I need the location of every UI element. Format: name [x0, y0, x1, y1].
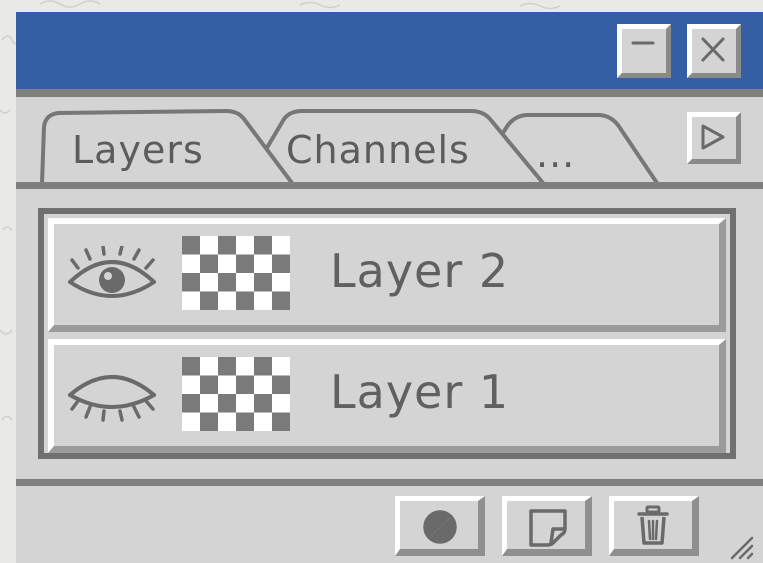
eye-closed-icon[interactable]: [66, 367, 158, 423]
layers-list: Layer 2 Layer 1: [38, 208, 736, 459]
divider: [16, 479, 763, 486]
layers-panel-window: Layers Channels ... Layer 2 Layer 1: [16, 12, 763, 563]
panel-menu-button[interactable]: [687, 112, 741, 164]
adjustment-layer-icon: [423, 510, 457, 544]
close-icon: [701, 37, 725, 62]
title-bar[interactable]: [16, 12, 763, 89]
resize-grip-icon[interactable]: [726, 532, 756, 562]
layer-thumbnail: [182, 357, 290, 431]
minimize-icon: [631, 41, 655, 45]
divider: [16, 182, 763, 189]
new-layer-icon: [529, 509, 567, 547]
layer-name: Layer 1: [330, 365, 510, 419]
divider: [16, 89, 763, 97]
minimize-button[interactable]: [617, 24, 671, 78]
eye-open-icon[interactable]: [66, 246, 158, 302]
tab-channels[interactable]: Channels: [286, 128, 470, 172]
play-triangle-icon: [701, 124, 725, 150]
tab-more[interactable]: ...: [536, 132, 575, 176]
layer-thumbnail: [182, 236, 290, 310]
layer-row-layer-1[interactable]: Layer 1: [48, 339, 726, 453]
adjustment-layer-button[interactable]: [395, 496, 485, 556]
delete-layer-button[interactable]: [609, 496, 699, 556]
layer-name: Layer 2: [330, 244, 510, 298]
close-button[interactable]: [687, 24, 741, 78]
tab-layers[interactable]: Layers: [72, 128, 204, 172]
layer-row-layer-2[interactable]: Layer 2: [48, 218, 726, 332]
trash-icon: [637, 505, 669, 545]
new-layer-button[interactable]: [502, 496, 592, 556]
